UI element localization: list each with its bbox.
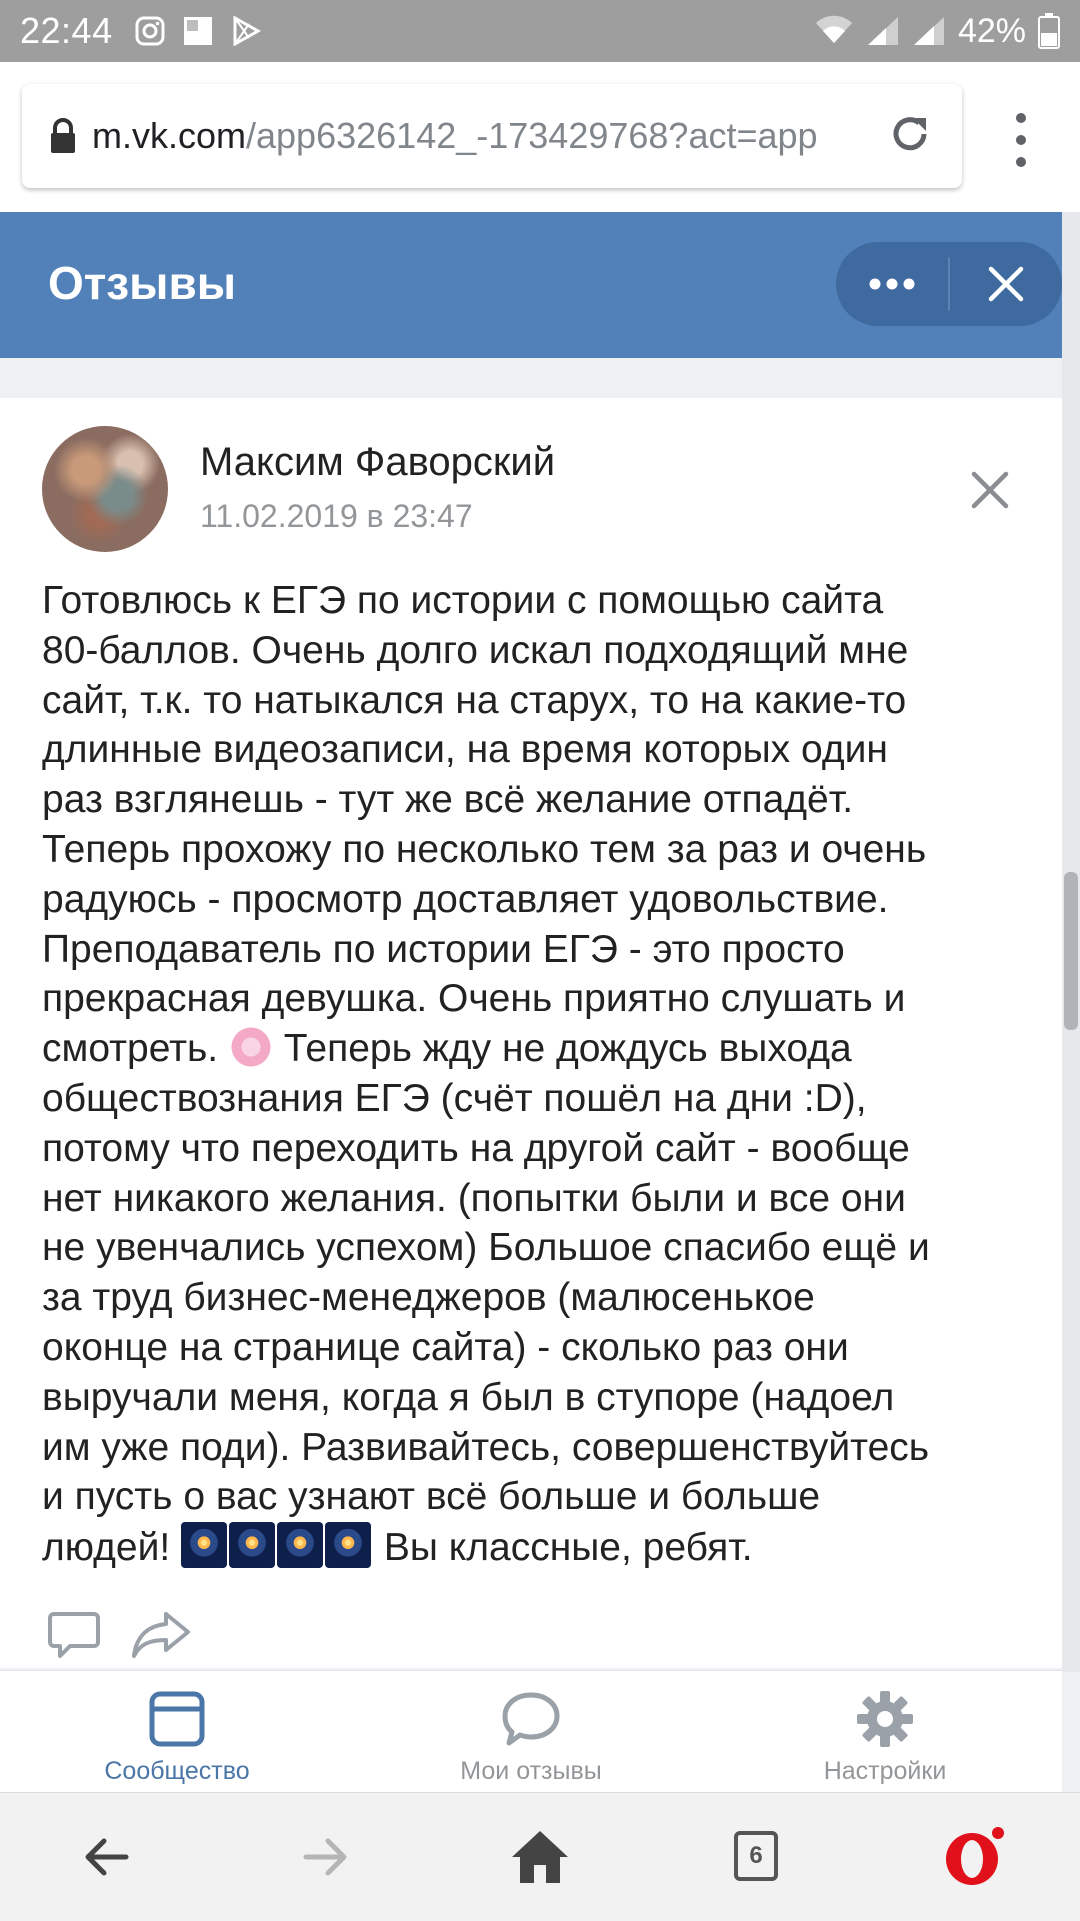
app-controls: [836, 242, 1062, 326]
tab-label: Сообщество: [104, 1757, 250, 1785]
signal-icon: [867, 17, 898, 45]
gear-icon: [857, 1691, 913, 1747]
back-arrow-icon[interactable]: [76, 1825, 140, 1889]
review-card: Максим Фаворский 11.02.2019 в 23:47 Гото…: [0, 398, 1062, 1668]
home-icon[interactable]: [508, 1825, 572, 1889]
signal-icon-2: [913, 17, 944, 45]
app-header: Отзывы: [0, 212, 1062, 358]
status-bar: 22:44 42%: [0, 0, 1080, 62]
url-path: /app6326142_-173429768?act=app: [246, 115, 818, 156]
avatar[interactable]: [42, 426, 168, 552]
share-icon[interactable]: [130, 1610, 192, 1660]
browser-menu-icon[interactable]: [1014, 110, 1028, 170]
community-icon: [149, 1691, 205, 1747]
battery-icon: [1038, 13, 1060, 49]
browser-bottom-nav: 6: [0, 1792, 1080, 1921]
close-app-button[interactable]: [950, 242, 1062, 326]
opera-menu-icon[interactable]: [942, 1825, 1006, 1889]
review-date: 11.02.2019 в 23:47: [200, 498, 473, 534]
url-text[interactable]: m.vk.com/app6326142_-173429768?act=app: [92, 115, 862, 157]
browser-toolbar: m.vk.com/app6326142_-173429768?act=app: [0, 62, 1080, 212]
fireworks-icon: [229, 1522, 276, 1569]
tab-count: 6: [734, 1831, 778, 1881]
tab-label: Настройки: [823, 1757, 947, 1785]
author-name[interactable]: Максим Фаворский: [200, 440, 555, 485]
address-bar[interactable]: m.vk.com/app6326142_-173429768?act=app: [22, 84, 962, 188]
app-tabbar: Сообщество Мои отзывы Настройки: [0, 1670, 1062, 1793]
speech-bubble-icon: [502, 1692, 560, 1746]
reload-icon[interactable]: [886, 110, 934, 158]
review-text-part3: Вы классные, ребят.: [373, 1526, 753, 1570]
battery-percent: 42%: [957, 11, 1026, 50]
more-dots-icon: [869, 278, 915, 290]
close-icon[interactable]: [968, 468, 1012, 512]
gallery-icon: [183, 17, 212, 45]
play-store-icon: [233, 16, 261, 46]
cherry-blossom-icon: [228, 1025, 273, 1070]
more-button[interactable]: [836, 242, 948, 326]
card-actions: [48, 1610, 192, 1660]
close-icon: [988, 266, 1024, 302]
review-text-part1: Готовлюсь к ЕГЭ по истории с помощью сай…: [42, 579, 927, 1071]
comment-icon[interactable]: [48, 1610, 100, 1660]
fireworks-icon: [277, 1522, 324, 1569]
status-time: 22:44: [20, 10, 113, 51]
tab-label: Мои отзывы: [460, 1757, 602, 1785]
tab-settings[interactable]: Настройки: [708, 1671, 1062, 1793]
forward-arrow-icon[interactable]: [292, 1825, 356, 1889]
lock-icon: [51, 118, 75, 153]
instagram-icon: [135, 16, 165, 46]
page-title: Отзывы: [48, 257, 237, 309]
review-text-part2: Теперь жду не дождусь выхода обществозна…: [42, 1027, 930, 1570]
tab-community[interactable]: Сообщество: [0, 1671, 354, 1793]
scrollbar[interactable]: [1064, 872, 1078, 1030]
review-text: Готовлюсь к ЕГЭ по истории с помощью сай…: [42, 576, 1032, 1573]
tab-my-reviews[interactable]: Мои отзывы: [354, 1671, 708, 1793]
wifi-icon: [815, 15, 852, 44]
fireworks-icon: [325, 1522, 372, 1569]
url-domain: m.vk.com: [92, 115, 247, 156]
tabs-button[interactable]: 6: [726, 1825, 790, 1889]
fireworks-icon: [181, 1522, 228, 1569]
